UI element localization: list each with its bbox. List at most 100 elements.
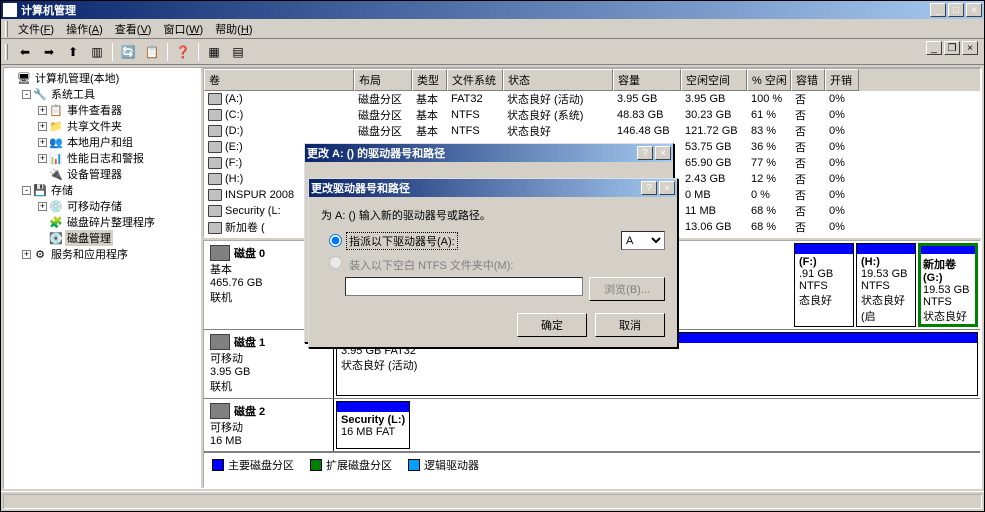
column-header[interactable]: 容错 [791,69,825,91]
dialog2-close-button[interactable]: × [659,181,675,195]
cell: 0% [825,109,859,121]
column-header[interactable]: 容量 [613,69,681,91]
tree-expander[interactable]: + [38,138,47,147]
tree-item-icon: 📁 [49,119,63,133]
column-header[interactable]: 开销 [825,69,859,91]
tree-node[interactable]: -💾存储 [6,182,199,198]
child-minimize-button[interactable]: _ [926,41,942,55]
cell: (C:) [204,109,354,121]
cell: 100 % [747,93,791,105]
cell: 否 [791,203,825,219]
tree-node[interactable]: -🔧系统工具 [6,86,199,102]
tree-node[interactable]: 🧩磁盘碎片整理程序 [6,214,199,230]
close-button[interactable]: × [966,3,982,17]
assign-letter-label: 指派以下驱动器号(A): [346,232,458,250]
properties-button[interactable]: 📋 [141,41,163,63]
maximize-button[interactable]: □ [948,3,964,17]
tree-expander[interactable]: + [38,122,47,131]
cell: (A:) [204,93,354,105]
column-header[interactable]: 空闲空间 [681,69,747,91]
forward-button[interactable]: ➡ [38,41,60,63]
dialog1-close-button[interactable]: × [655,146,671,160]
tree-node[interactable]: +⚙服务和应用程序 [6,246,199,262]
tree-item-icon: 💽 [49,231,63,245]
partition[interactable]: 新加卷 (G:)19.53 GB NTFS状态良好 [918,243,978,327]
column-header[interactable]: 状态 [503,69,613,91]
cell: 83 % [747,125,791,137]
tree-item-icon: 🔧 [33,87,47,101]
cell: 0% [825,141,859,153]
tree-expander[interactable]: + [38,154,47,163]
menu-h[interactable]: 帮助(H) [209,19,258,39]
cell: NTFS [447,125,503,137]
cell: 0% [825,173,859,185]
menubar-handle[interactable] [5,21,8,37]
titlebar[interactable]: 🖥 计算机管理 _ □ × [1,1,984,19]
volume-row[interactable]: (D:)磁盘分区基本NTFS状态良好146.48 GB121.72 GB83 %… [204,123,980,139]
disk-icon [210,403,230,419]
statusbar [1,491,984,511]
tree-item-label: 存储 [49,182,75,198]
show-hide-button[interactable]: ▥ [86,41,108,63]
back-button[interactable]: ⬅ [14,41,36,63]
tree-item-icon: ⚙ [33,247,47,261]
change-drive-dialog-inner[interactable]: 更改驱动器号和路径 ? × 为 A: () 输入新的驱动器号或路径。 指派以下驱… [308,178,678,348]
tree-node[interactable]: 🔌设备管理器 [6,166,199,182]
view1-button[interactable]: ▦ [203,41,225,63]
refresh-button[interactable]: 🔄 [117,41,139,63]
cell: 否 [791,123,825,139]
tree-item-icon: 🧩 [49,215,63,229]
volume-row[interactable]: (A:)磁盘分区基本FAT32状态良好 (活动)3.95 GB3.95 GB10… [204,91,980,107]
cell: 否 [791,107,825,123]
view2-button[interactable]: ▤ [227,41,249,63]
dialog1-help-button[interactable]: ? [637,146,653,160]
cell: NTFS [447,109,503,121]
cell: 77 % [747,157,791,169]
partition[interactable]: (F:).91 GB NTFS态良好 [794,243,854,327]
dialog2-cancel-button[interactable]: 取消 [595,313,665,337]
tree-panel[interactable]: 🖥计算机管理(本地)-🔧系统工具+📋事件查看器+📁共享文件夹+👥本地用户和组+📊… [4,68,203,488]
volume-row[interactable]: (C:)磁盘分区基本NTFS状态良好 (系统)48.83 GB30.23 GB6… [204,107,980,123]
tree-node[interactable]: +📁共享文件夹 [6,118,199,134]
child-restore-button[interactable]: ❐ [944,41,960,55]
cell: 61 % [747,109,791,121]
tree-expander[interactable]: - [22,90,31,99]
menu-f[interactable]: 文件(F) [12,19,60,39]
cell: 否 [791,187,825,203]
partition[interactable]: Security (L:)16 MB FAT [336,401,410,449]
child-close-button[interactable]: × [962,41,978,55]
help-button[interactable]: ❓ [172,41,194,63]
mount-folder-label: 装入以下空白 NTFS 文件夹中(M): [349,260,513,272]
column-header[interactable]: 卷 [204,69,354,91]
tree-node[interactable]: +📋事件查看器 [6,102,199,118]
tree-item-icon: 🖥 [17,71,31,85]
column-header[interactable]: 类型 [412,69,447,91]
menu-v[interactable]: 查看(V) [109,19,158,39]
tree-expander[interactable]: + [38,106,47,115]
menu-a[interactable]: 操作(A) [60,19,109,39]
partition[interactable]: (H:)19.53 GB NTFS状态良好 (启 [856,243,916,327]
tree-node[interactable]: +📊性能日志和警报 [6,150,199,166]
dialog2-help-button[interactable]: ? [641,181,657,195]
column-header[interactable]: % 空闲 [747,69,791,91]
tree-item-icon: 💾 [33,183,47,197]
tree-node[interactable]: 💽磁盘管理 [6,230,199,246]
tree-expander[interactable]: - [22,186,31,195]
menu-w[interactable]: 窗口(W) [157,19,209,39]
cell: 30.23 GB [681,109,747,121]
cell: 0% [825,221,859,233]
drive-letter-select[interactable]: A [621,231,665,250]
status-cell [3,494,982,509]
toolbar-handle[interactable] [5,44,8,60]
tree-node[interactable]: 🖥计算机管理(本地) [6,70,199,86]
tree-node[interactable]: +💿可移动存储 [6,198,199,214]
tree-node[interactable]: +👥本地用户和组 [6,134,199,150]
tree-expander[interactable]: + [22,250,31,259]
dialog2-ok-button[interactable]: 确定 [517,313,587,337]
up-button[interactable]: ⬆ [62,41,84,63]
column-header[interactable]: 文件系统 [447,69,503,91]
assign-letter-radio[interactable] [329,234,342,247]
column-header[interactable]: 布局 [354,69,412,91]
minimize-button[interactable]: _ [930,3,946,17]
tree-expander[interactable]: + [38,202,47,211]
